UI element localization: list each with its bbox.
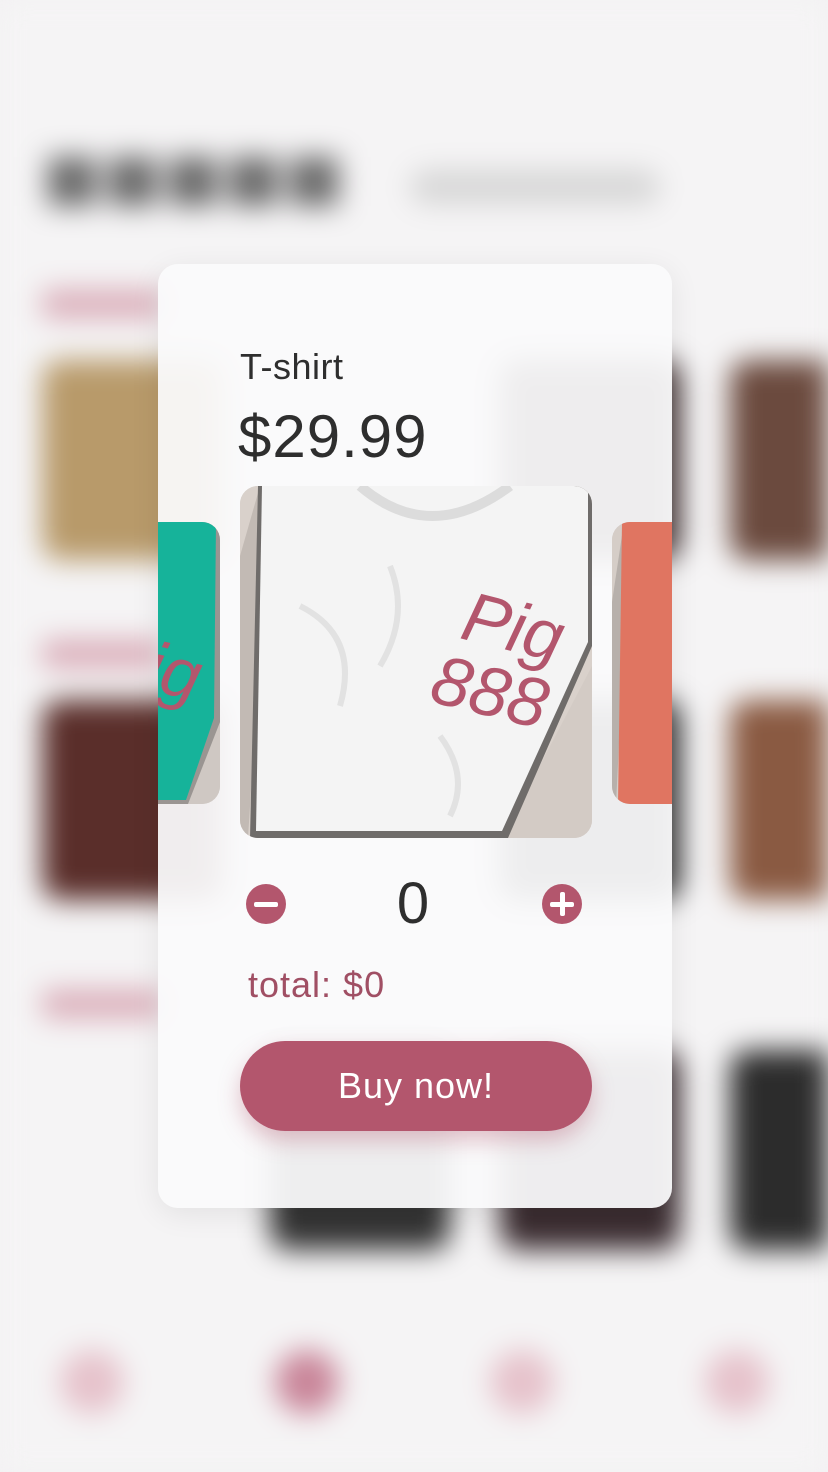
total-price: total: $0 xyxy=(248,964,386,1005)
carousel-item-previous[interactable]: Pig xyxy=(158,522,220,804)
background-section-blur xyxy=(42,290,162,318)
green-tshirt-image: Pig xyxy=(158,522,220,804)
quantity-value: 0 xyxy=(396,871,430,936)
carousel-item-next[interactable] xyxy=(612,522,672,804)
background-section-blur xyxy=(42,640,162,668)
carousel-item-selected[interactable]: Pig 888 xyxy=(240,486,592,838)
coral-shirt-body xyxy=(618,522,672,804)
background-title-blur: ■■■■■ xyxy=(42,140,345,214)
white-tshirt-image: Pig 888 xyxy=(240,486,592,838)
buy-now-button[interactable]: Buy now! xyxy=(240,1041,592,1131)
background-section-blur xyxy=(42,990,162,1018)
background-nav-icon xyxy=(705,1350,769,1414)
product-name: T-shirt xyxy=(240,346,344,387)
plus-circle-icon-vertical xyxy=(559,892,565,916)
background-nav-icon xyxy=(275,1350,339,1414)
background-search-blur xyxy=(410,170,660,204)
product-price: $29.99 xyxy=(238,403,428,470)
product-modal: T-shirt $29.99 Pig Pig 888 0 total: $0 B… xyxy=(158,264,672,1208)
background-nav-icon xyxy=(490,1350,554,1414)
background-product-tile xyxy=(730,360,828,560)
background-product-tile xyxy=(730,1050,828,1250)
coral-tshirt-image xyxy=(612,522,672,804)
increase-quantity-button[interactable] xyxy=(542,884,582,924)
minus-circle-icon xyxy=(254,901,278,907)
background-nav-icon xyxy=(60,1350,124,1414)
decrease-quantity-button[interactable] xyxy=(246,884,286,924)
background-product-tile xyxy=(730,700,828,900)
